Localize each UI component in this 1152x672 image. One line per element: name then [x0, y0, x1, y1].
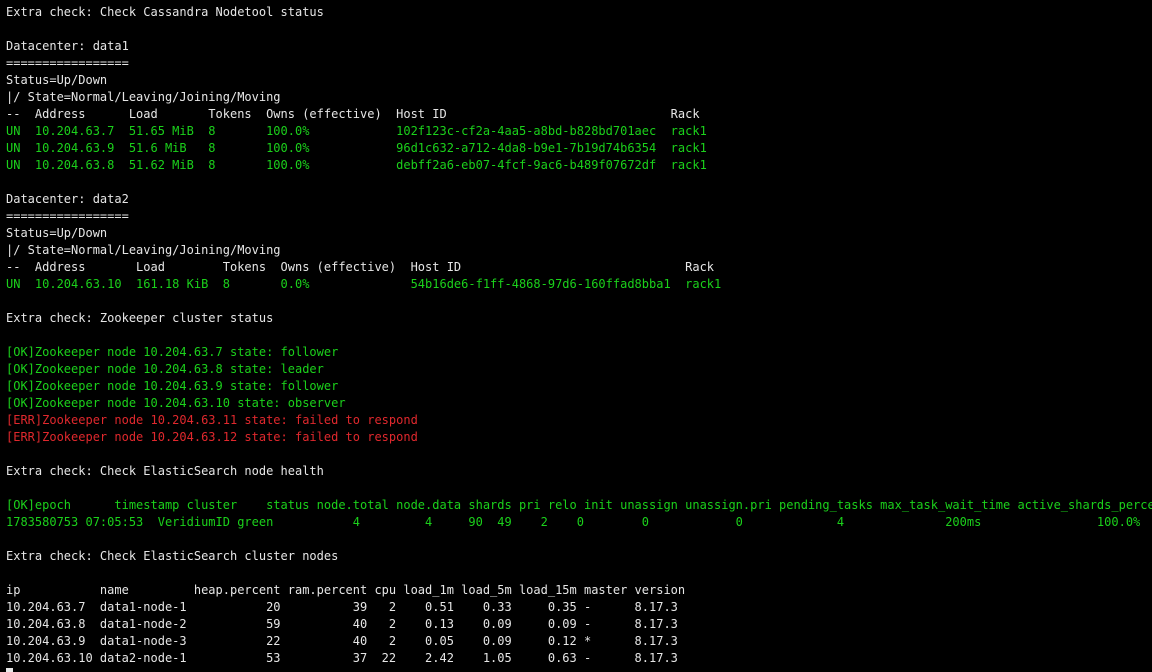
- terminal-line-text: UN 10.204.63.9 51.6 MiB 8 100.0% 96d1c63…: [6, 141, 707, 155]
- terminal-line: Status=Up/Down: [6, 225, 1152, 242]
- terminal-line-text: Extra check: Check Cassandra Nodetool st…: [6, 5, 324, 19]
- terminal-line: UN 10.204.63.9 51.6 MiB 8 100.0% 96d1c63…: [6, 140, 1152, 157]
- terminal-line-text: [ERR]Zookeeper node 10.204.63.11 state: …: [6, 413, 418, 427]
- terminal-line: Extra check: Zookeeper cluster status: [6, 310, 1152, 327]
- terminal-line: |/ State=Normal/Leaving/Joining/Moving: [6, 242, 1152, 259]
- terminal-line: [6, 667, 1152, 672]
- terminal-line-text: [ERR]Zookeeper node 10.204.63.12 state: …: [6, 430, 418, 444]
- terminal-line-text: 10.204.63.8 data1-node-2 59 40 2 0.13 0.…: [6, 617, 678, 631]
- terminal-line-text: UN 10.204.63.7 51.65 MiB 8 100.0% 102f12…: [6, 124, 707, 138]
- terminal-line-text: Status=Up/Down: [6, 226, 108, 240]
- terminal-line: =================: [6, 55, 1152, 72]
- terminal-line: 10.204.63.8 data1-node-2 59 40 2 0.13 0.…: [6, 616, 1152, 633]
- terminal-line: 10.204.63.10 data2-node-1 53 37 22 2.42 …: [6, 650, 1152, 667]
- terminal-line: [OK]Zookeeper node 10.204.63.10 state: o…: [6, 395, 1152, 412]
- terminal-line: -- Address Load Tokens Owns (effective) …: [6, 106, 1152, 123]
- terminal-line: ip name heap.percent ram.percent cpu loa…: [6, 582, 1152, 599]
- terminal-line-text: ip name heap.percent ram.percent cpu loa…: [6, 583, 686, 597]
- terminal-line-text: -- Address Load Tokens Owns (effective) …: [6, 107, 700, 121]
- terminal-line: Extra check: Check ElasticSearch node he…: [6, 463, 1152, 480]
- terminal-line-text: -- Address Load Tokens Owns (effective) …: [6, 260, 715, 274]
- terminal-line: 10.204.63.9 data1-node-3 22 40 2 0.05 0.…: [6, 633, 1152, 650]
- terminal-line-text: |/ State=Normal/Leaving/Joining/Moving: [6, 90, 281, 104]
- terminal-line-text: [OK]Zookeeper node 10.204.63.9 state: fo…: [6, 379, 339, 393]
- terminal-line-text: Datacenter: data2: [6, 192, 129, 206]
- terminal-line: Datacenter: data2: [6, 191, 1152, 208]
- terminal-line-text: Status=Up/Down: [6, 73, 108, 87]
- terminal-line-text: 1783580753 07:05:53 VeridiumID green 4 4…: [6, 515, 1141, 529]
- terminal-line-text: 10.204.63.9 data1-node-3 22 40 2 0.05 0.…: [6, 634, 678, 648]
- terminal-line: UN 10.204.63.10 161.18 KiB 8 0.0% 54b16d…: [6, 276, 1152, 293]
- terminal-line: =================: [6, 208, 1152, 225]
- terminal-line: 10.204.63.7 data1-node-1 20 39 2 0.51 0.…: [6, 599, 1152, 616]
- terminal-line: -- Address Load Tokens Owns (effective) …: [6, 259, 1152, 276]
- terminal-line: [ERR]Zookeeper node 10.204.63.11 state: …: [6, 412, 1152, 429]
- terminal-line: UN 10.204.63.8 51.62 MiB 8 100.0% debff2…: [6, 157, 1152, 174]
- terminal-line-text: [OK]epoch timestamp cluster status node.…: [6, 498, 1152, 512]
- terminal-line-text: [OK]Zookeeper node 10.204.63.10 state: o…: [6, 396, 346, 410]
- terminal-line: 1783580753 07:05:53 VeridiumID green 4 4…: [6, 514, 1152, 531]
- terminal-line-text: 10.204.63.10 data2-node-1 53 37 22 2.42 …: [6, 651, 678, 665]
- terminal-line: Status=Up/Down: [6, 72, 1152, 89]
- terminal-line-text: [OK]Zookeeper node 10.204.63.7 state: fo…: [6, 345, 339, 359]
- terminal-line: [OK]Zookeeper node 10.204.63.7 state: fo…: [6, 344, 1152, 361]
- terminal-line-text: [OK]Zookeeper node 10.204.63.8 state: le…: [6, 362, 324, 376]
- terminal-line: [OK]Zookeeper node 10.204.63.8 state: le…: [6, 361, 1152, 378]
- terminal-line-text: Extra check: Check ElasticSearch node he…: [6, 464, 324, 478]
- terminal-line: [OK]epoch timestamp cluster status node.…: [6, 497, 1152, 514]
- terminal-line: Extra check: Check Cassandra Nodetool st…: [6, 4, 1152, 21]
- terminal-line: Extra check: Check ElasticSearch cluster…: [6, 548, 1152, 565]
- terminal-line-text: |/ State=Normal/Leaving/Joining/Moving: [6, 243, 281, 257]
- terminal-line: [OK]Zookeeper node 10.204.63.9 state: fo…: [6, 378, 1152, 395]
- terminal-line-text: =================: [6, 56, 129, 70]
- terminal-line-text: Datacenter: data1: [6, 39, 129, 53]
- terminal-window[interactable]: Extra check: Check Cassandra Nodetool st…: [0, 0, 1152, 672]
- terminal-line-text: Extra check: Zookeeper cluster status: [6, 311, 274, 325]
- terminal-line-text: =================: [6, 209, 129, 223]
- terminal-line: |/ State=Normal/Leaving/Joining/Moving: [6, 89, 1152, 106]
- terminal-line-text: 10.204.63.7 data1-node-1 20 39 2 0.51 0.…: [6, 600, 678, 614]
- terminal-line-text: UN 10.204.63.8 51.62 MiB 8 100.0% debff2…: [6, 158, 707, 172]
- text-cursor[interactable]: [6, 668, 13, 672]
- terminal-output: Extra check: Check Cassandra Nodetool st…: [6, 4, 1152, 672]
- terminal-line: Datacenter: data1: [6, 38, 1152, 55]
- terminal-line: UN 10.204.63.7 51.65 MiB 8 100.0% 102f12…: [6, 123, 1152, 140]
- terminal-line-text: UN 10.204.63.10 161.18 KiB 8 0.0% 54b16d…: [6, 277, 722, 291]
- terminal-line-text: Extra check: Check ElasticSearch cluster…: [6, 549, 339, 563]
- terminal-line: [ERR]Zookeeper node 10.204.63.12 state: …: [6, 429, 1152, 446]
